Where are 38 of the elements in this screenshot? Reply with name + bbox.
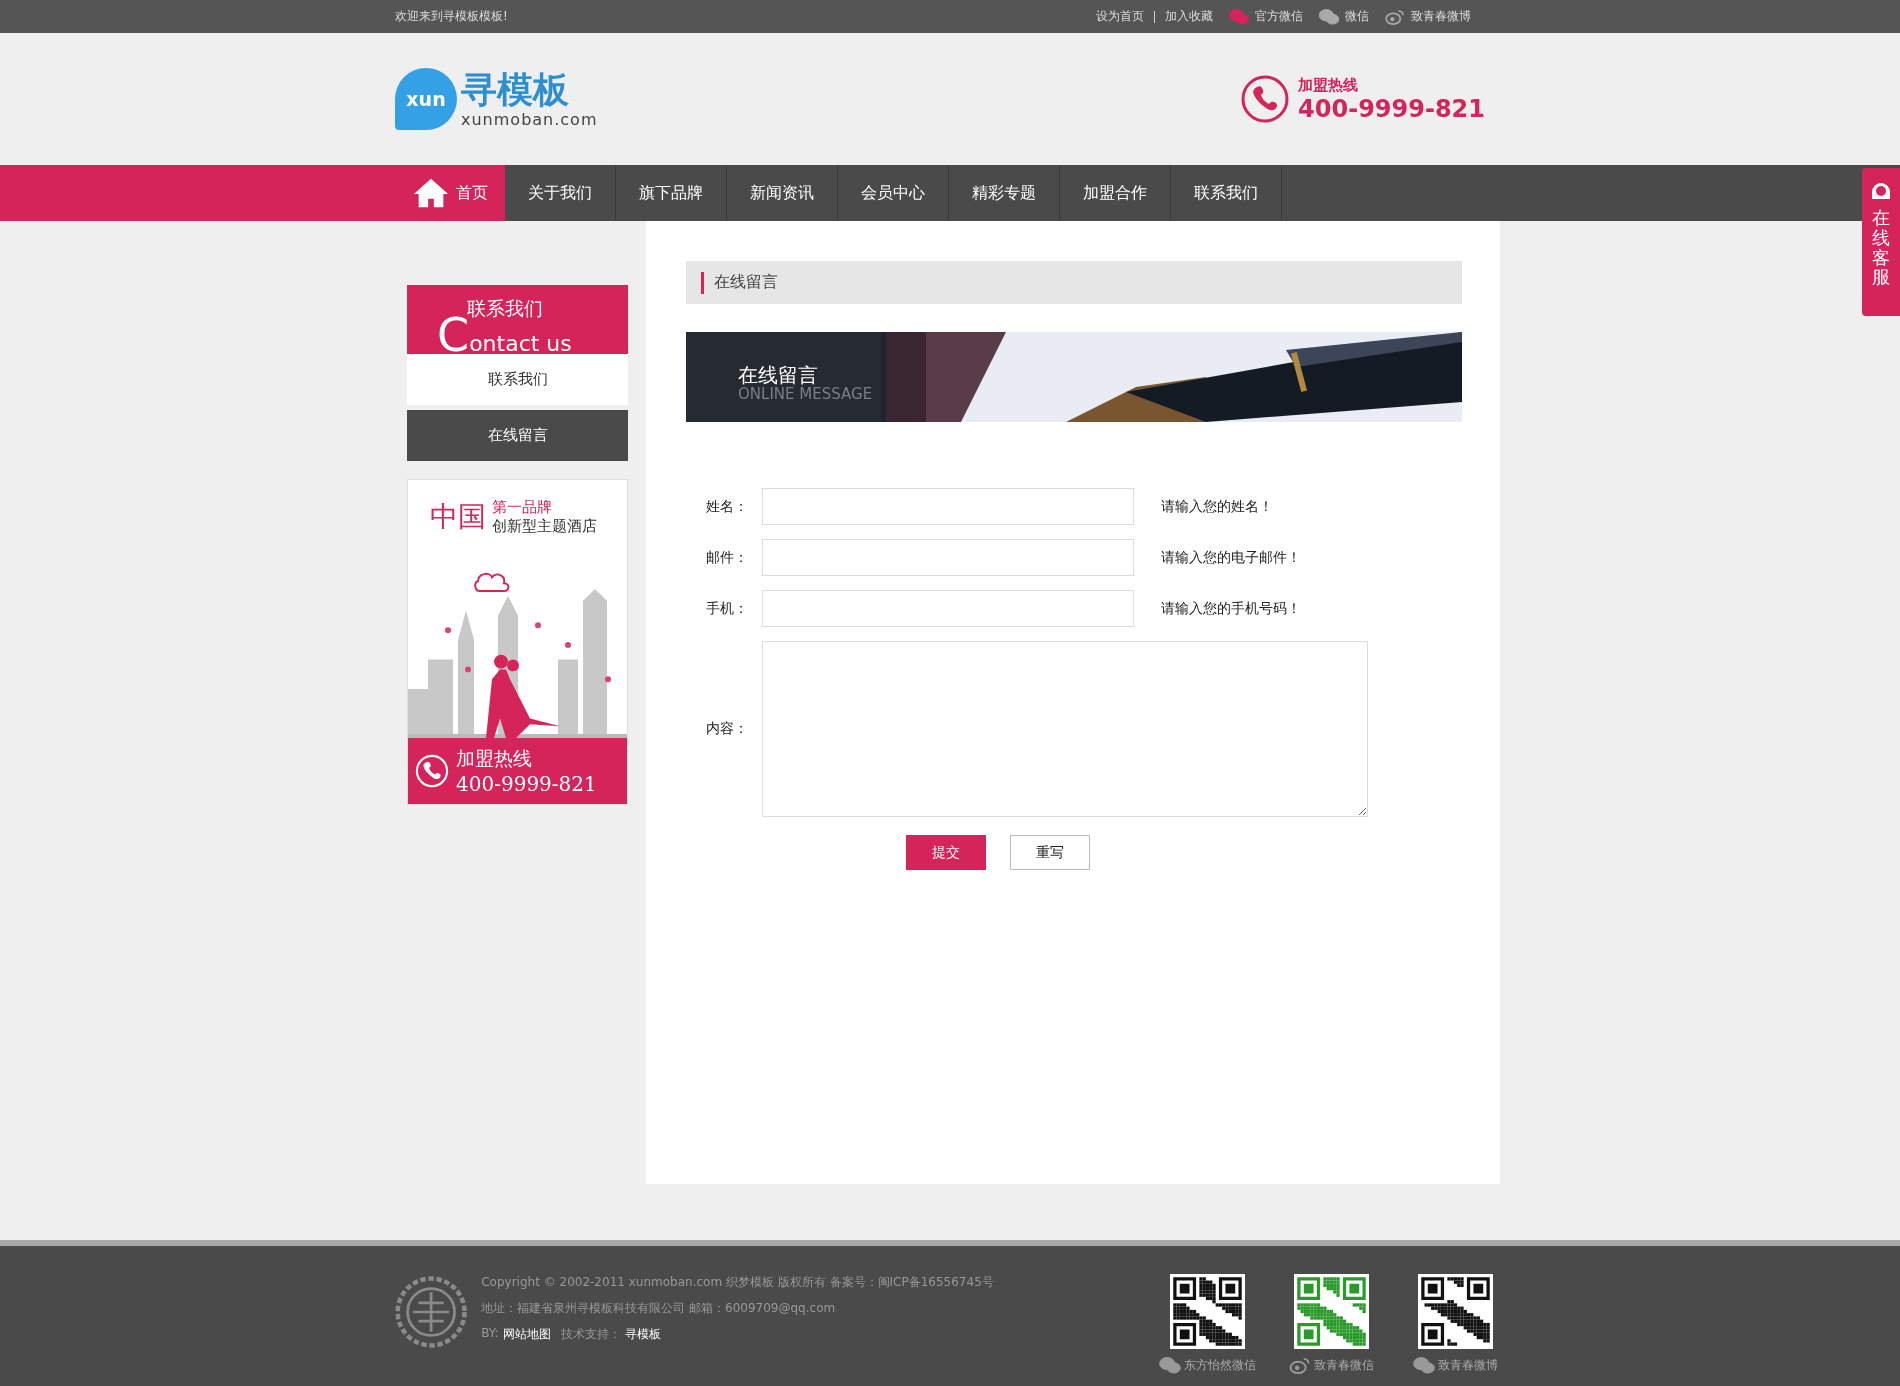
- field-hint: 请输入您的手机号码！: [1161, 599, 1301, 618]
- logo-domain: xunmoban.com: [461, 109, 598, 129]
- footer-link[interactable]: 网站地图: [502, 1326, 551, 1343]
- field-label: 手机：: [705, 599, 749, 618]
- field-label: 姓名：: [705, 497, 749, 516]
- submit-button[interactable]: 提交: [906, 835, 986, 870]
- field-hint: 请输入您的姓名！: [1161, 497, 1273, 516]
- top-link[interactable]: 致青春微博: [1411, 8, 1471, 25]
- field-label: 邮件：: [705, 548, 749, 567]
- section-title: 在线留言: [714, 272, 778, 293]
- ad-hotline-label: 加盟热线: [456, 746, 533, 771]
- welcome-text: 欢迎来到寻模板模板!: [395, 8, 508, 25]
- top-link[interactable]: 设为首页: [1096, 8, 1144, 25]
- footer-text: 地址：福建省泉州寻模板科技有限公司 邮箱：6009709@qq.com: [481, 1300, 837, 1317]
- sidebar-item[interactable]: 在线留言: [407, 410, 628, 461]
- sidebar-item[interactable]: 联系我们: [407, 354, 628, 405]
- field-label: 内容：: [705, 720, 749, 738]
- hotline-number: 400-9999-821: [1298, 94, 1485, 123]
- ad-kicker: 中国: [430, 499, 486, 535]
- footer-text: Copyright © 2002-2011 xunmoban.com 织梦模板 版权所有 备案号：闽ICP备16556745号: [481, 1274, 995, 1291]
- qr-caption: 东方怡然微信: [1183, 1357, 1256, 1374]
- footer-text: BY:: [481, 1326, 499, 1342]
- qr-caption: 致青春微信: [1313, 1357, 1374, 1374]
- top-link[interactable]: 官方微信: [1255, 8, 1303, 25]
- footer-link[interactable]: 寻模板: [624, 1326, 661, 1343]
- reset-button[interactable]: 重写: [1010, 835, 1090, 870]
- hotline-label: 加盟热线: [1298, 75, 1360, 95]
- top-link[interactable]: 加入收藏: [1165, 8, 1213, 25]
- top-link[interactable]: 微信: [1345, 8, 1369, 25]
- banner-subtitle: ONLINE MESSAGE: [738, 386, 873, 403]
- field-hint: 请输入您的电子邮件！: [1161, 548, 1301, 567]
- ad-hotline-number: 400-9999-821: [456, 772, 597, 796]
- ad-subtitle: 创新型主题酒店: [492, 517, 597, 536]
- footer-text: 技术支持：: [560, 1326, 621, 1343]
- ad-tag: 第一品牌: [492, 498, 597, 517]
- qr-caption: 致青春微博: [1437, 1357, 1498, 1374]
- banner-title: 在线留言: [738, 364, 819, 386]
- online-service-tab[interactable]: 在线客服: [1862, 168, 1900, 316]
